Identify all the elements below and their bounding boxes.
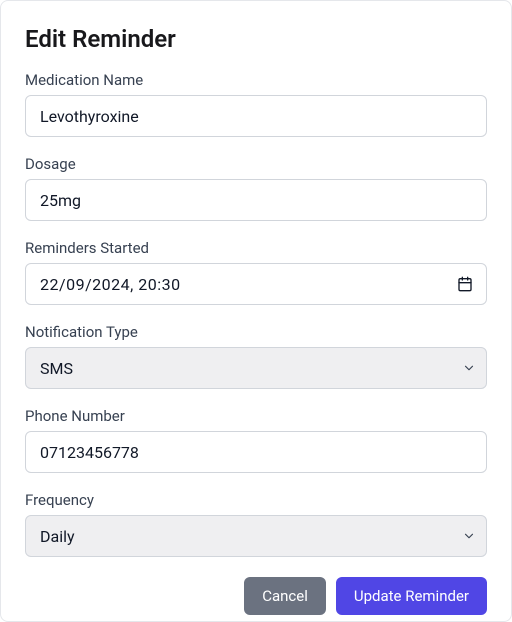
field-reminders-started: Reminders Started: [25, 239, 487, 305]
label-dosage: Dosage: [25, 155, 487, 173]
field-phone-number: Phone Number: [25, 407, 487, 473]
update-reminder-button[interactable]: Update Reminder: [336, 577, 487, 615]
field-dosage: Dosage: [25, 155, 487, 221]
label-frequency: Frequency: [25, 491, 487, 509]
dosage-input[interactable]: [25, 179, 487, 221]
phone-number-input[interactable]: [25, 431, 487, 473]
medication-name-input[interactable]: [25, 95, 487, 137]
label-reminders-started: Reminders Started: [25, 239, 487, 257]
label-notification-type: Notification Type: [25, 323, 487, 341]
reminders-started-input[interactable]: [25, 263, 487, 305]
cancel-button[interactable]: Cancel: [244, 577, 326, 615]
label-medication-name: Medication Name: [25, 71, 487, 89]
page-title: Edit Reminder: [25, 25, 487, 53]
label-phone-number: Phone Number: [25, 407, 487, 425]
field-medication-name: Medication Name: [25, 71, 487, 137]
frequency-select[interactable]: Daily: [25, 515, 487, 557]
datetime-wrapper: [25, 263, 487, 305]
field-notification-type: Notification Type SMS: [25, 323, 487, 389]
notification-type-select[interactable]: SMS: [25, 347, 487, 389]
button-row: Cancel Update Reminder: [25, 577, 487, 615]
field-frequency: Frequency Daily: [25, 491, 487, 557]
